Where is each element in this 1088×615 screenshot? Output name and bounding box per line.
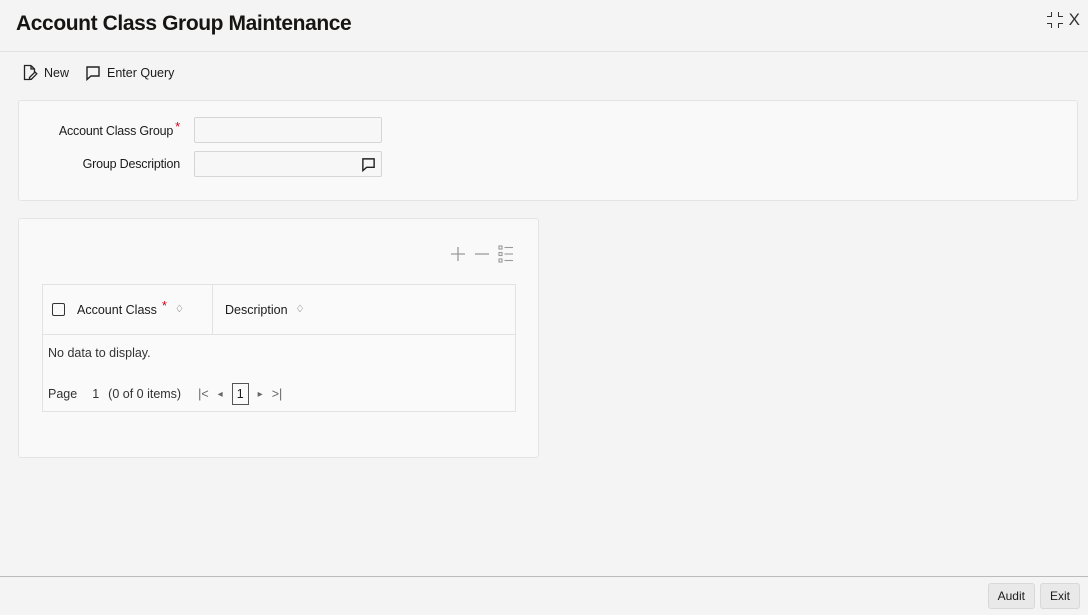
enter-query-label: Enter Query <box>107 65 175 80</box>
group-description-row: Group Description <box>19 151 382 177</box>
pagination: Page 1 (0 of 0 items) |< ◂ 1 ▸ >| <box>48 383 282 405</box>
sort-icon[interactable]: ♢ <box>175 304 184 315</box>
audit-button[interactable]: Audit <box>987 583 1035 609</box>
page-title: Account Class Group Maintenance <box>16 12 352 35</box>
account-class-group-row: Account Class Group * <box>19 117 382 143</box>
account-class-group-input[interactable] <box>195 118 381 142</box>
title-bar: Account Class Group Maintenance X <box>0 0 1088 52</box>
enter-query-button[interactable]: Enter Query <box>85 65 174 81</box>
comment-icon[interactable] <box>361 157 376 177</box>
items-count: (0 of 0 items) <box>108 387 182 401</box>
account-class-table: Account Class * ♢ Description ♢ No data … <box>42 284 516 412</box>
restore-icon[interactable] <box>1046 12 1063 28</box>
window-controls: X <box>1046 11 1080 28</box>
new-document-icon <box>22 64 38 81</box>
footer-bar: Audit Exit <box>0 576 1088 615</box>
select-all-checkbox[interactable] <box>52 303 65 316</box>
page-number-input[interactable]: 1 <box>92 387 99 401</box>
column-header-description[interactable]: Description ♢ <box>213 285 305 334</box>
group-description-field-box <box>194 151 382 177</box>
current-page-button[interactable]: 1 <box>231 383 249 405</box>
account-class-grid-panel: Account Class * ♢ Description ♢ No data … <box>18 218 539 458</box>
exit-button[interactable]: Exit <box>1039 583 1080 609</box>
account-class-header-label: Account Class <box>77 302 157 317</box>
close-button[interactable]: X <box>1069 11 1080 28</box>
account-class-group-label: Account Class Group <box>58 123 174 138</box>
last-page-button[interactable]: >| <box>272 387 283 401</box>
group-description-label: Group Description <box>82 157 181 171</box>
grid-toolbar <box>450 245 514 263</box>
group-description-input[interactable] <box>195 152 381 176</box>
new-label: New <box>44 65 70 80</box>
query-icon <box>85 65 101 81</box>
header-panel: Account Class Group * Group Description <box>18 100 1078 201</box>
delete-row-icon[interactable] <box>474 246 490 262</box>
required-marker: * <box>161 298 167 313</box>
empty-table-message: No data to display. <box>48 346 151 360</box>
first-page-button[interactable]: |< <box>198 387 209 401</box>
table-header: Account Class * ♢ Description ♢ <box>43 285 515 335</box>
footer-buttons: Audit Exit <box>987 583 1080 609</box>
description-header-label: Description <box>225 302 288 317</box>
next-page-button[interactable]: ▸ <box>258 389 263 400</box>
page-label: Page <box>48 387 78 401</box>
new-button[interactable]: New <box>22 64 69 81</box>
toolbar: New Enter Query <box>22 64 174 81</box>
single-view-icon[interactable] <box>498 245 514 263</box>
account-class-group-field-box <box>194 117 382 143</box>
page-navigation: |< ◂ 1 ▸ >| <box>198 383 282 405</box>
add-row-icon[interactable] <box>450 246 466 262</box>
previous-page-button[interactable]: ◂ <box>218 389 223 400</box>
sort-icon[interactable]: ♢ <box>296 304 305 315</box>
column-header-account-class[interactable]: Account Class * ♢ <box>65 285 213 334</box>
required-marker: * <box>175 118 180 134</box>
